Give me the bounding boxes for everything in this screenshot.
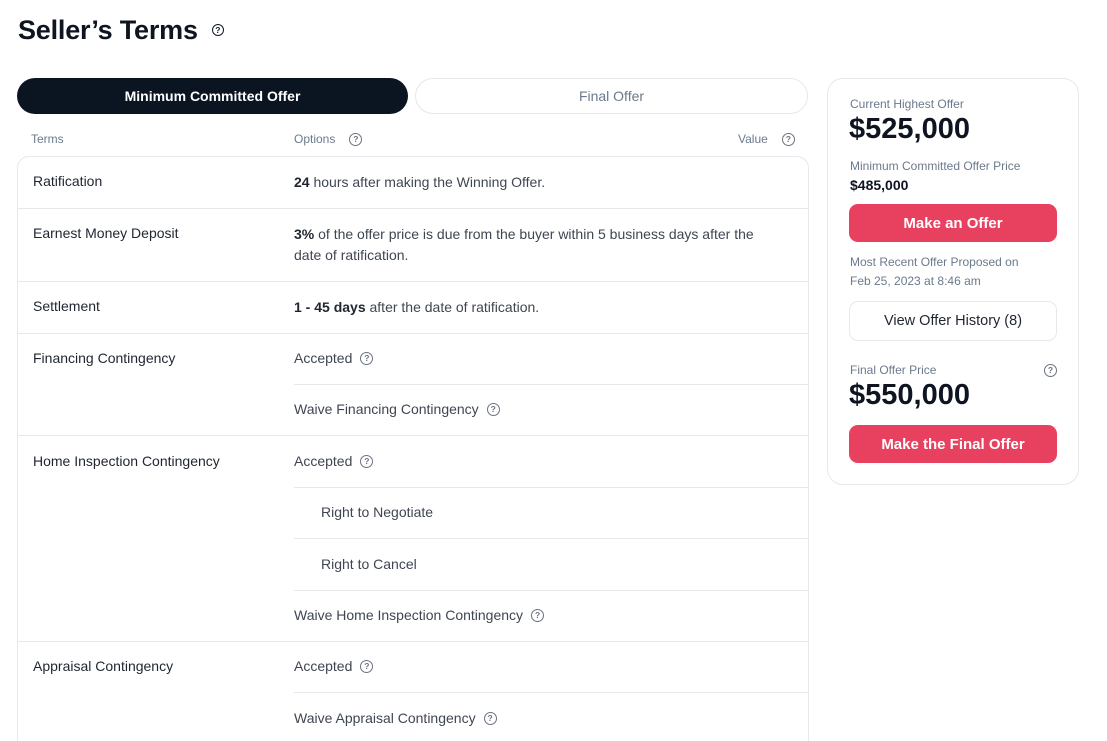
help-icon[interactable]: ? [781,132,795,146]
divider [294,487,808,488]
term-name: Settlement [33,298,100,314]
option-accepted[interactable]: Accepted ? [294,451,374,472]
divider [294,538,808,539]
help-icon[interactable]: ? [483,712,497,725]
term-row-settlement: Settlement 1 - 45 days after the date of… [18,281,808,333]
option-waive-financing[interactable]: Waive Financing Contingency ? [294,399,500,420]
term-value-bold: 3% [294,226,315,242]
option-label: Accepted [294,658,353,674]
column-header-terms-label: Terms [31,132,64,146]
term-row-home-inspection-contingency: Home Inspection Contingency Accepted ? R… [18,435,808,642]
help-icon[interactable]: ? [211,24,224,36]
page-header: Seller’s Terms ? [18,12,224,48]
help-icon[interactable]: ? [360,455,374,468]
divider [294,590,808,591]
current-highest-offer-value: $525,000 [849,113,970,145]
term-name: Appraisal Contingency [33,658,174,674]
minimum-offer-price-label: Minimum Committed Offer Price [850,159,1021,173]
divider [294,384,808,385]
column-header-value-label: Value [738,132,768,146]
option-accepted[interactable]: Accepted ? [294,656,374,677]
term-value-text: after the date of ratification. [365,299,540,315]
term-value-text-line2: date of ratification. [294,247,409,263]
term-name: Earnest Money Deposit [33,225,179,241]
help-icon[interactable]: ? [1044,364,1057,377]
option-label: Waive Financing Contingency [294,401,479,417]
tab-minimum-committed-offer[interactable]: Minimum Committed Offer [17,78,408,114]
column-header-value: Value ? [738,129,795,149]
divider [294,692,808,693]
offer-tabs: Minimum Committed Offer Final Offer [17,78,808,114]
help-icon[interactable]: ? [349,132,363,146]
term-name: Ratification [33,173,103,189]
final-offer-price-label: Final Offer Price [850,363,937,377]
term-value: 24 hours after making the Winning Offer. [294,172,545,193]
recent-offer-text-line2: Feb 25, 2023 at 8:46 am [850,274,981,288]
help-icon[interactable]: ? [360,352,374,365]
make-final-offer-button[interactable]: Make the Final Offer [849,425,1057,463]
option-waive-appraisal[interactable]: Waive Appraisal Contingency ? [294,708,497,729]
offer-summary-card: Current Highest Offer $525,000 Minimum C… [827,78,1079,485]
option-label: Waive Appraisal Contingency [294,710,476,726]
help-icon[interactable]: ? [486,403,500,416]
term-name: Financing Contingency [33,350,176,366]
terms-table: Ratification 24 hours after making the W… [17,156,809,741]
term-row-ratification: Ratification 24 hours after making the W… [18,157,808,209]
final-offer-price-value: $550,000 [849,379,970,411]
term-value: 1 - 45 days after the date of ratificati… [294,297,539,318]
term-value-text: hours after making the Winning Offer. [309,174,546,190]
option-right-to-negotiate[interactable]: Right to Negotiate [321,502,433,523]
tab-final-offer[interactable]: Final Offer [415,78,808,114]
column-header-options: Options ? [294,129,363,149]
view-offer-history-button[interactable]: View Offer History (8) [849,301,1057,341]
help-icon[interactable]: ? [531,609,545,622]
term-name: Home Inspection Contingency [33,453,220,469]
term-value-text: of the offer price is due from the buyer… [314,226,754,242]
help-icon[interactable]: ? [360,660,374,673]
option-waive-home-inspection[interactable]: Waive Home Inspection Contingency ? [294,605,545,626]
minimum-offer-price-value: $485,000 [850,177,909,193]
term-value-bold: 24 [294,174,310,190]
option-accepted[interactable]: Accepted ? [294,348,374,369]
option-label: Accepted [294,453,353,469]
current-highest-offer-label: Current Highest Offer [850,97,964,111]
column-header-options-label: Options [294,132,336,146]
page-title: Seller’s Terms [18,14,198,45]
option-label: Waive Home Inspection Contingency [294,607,524,623]
term-row-earnest-money-deposit: Earnest Money Deposit 3% of the offer pr… [18,208,808,281]
column-header-terms: Terms [31,129,64,149]
term-value: 3% of the offer price is due from the bu… [294,224,774,266]
term-row-appraisal-contingency: Appraisal Contingency Accepted ? Waive A… [18,641,808,741]
option-right-to-cancel[interactable]: Right to Cancel [321,554,417,575]
recent-offer-text-line1: Most Recent Offer Proposed on [850,255,1019,269]
term-value-bold: 1 - 45 days [294,299,366,315]
make-offer-button[interactable]: Make an Offer [849,204,1057,242]
option-label: Accepted [294,350,353,366]
term-row-financing-contingency: Financing Contingency Accepted ? Waive F… [18,333,808,436]
